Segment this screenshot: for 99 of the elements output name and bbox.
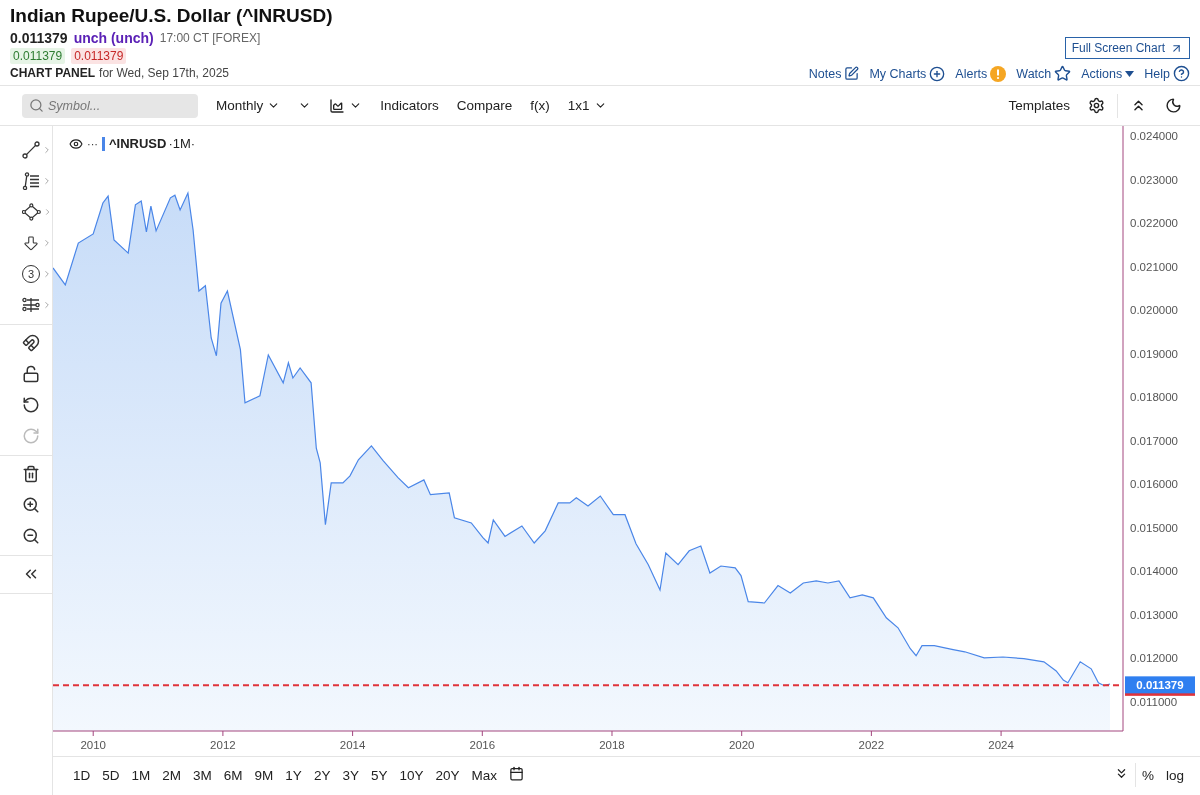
magnet-icon — [22, 333, 40, 352]
eye-icon[interactable] — [69, 136, 83, 151]
y-axis-label: 0.013000 — [1130, 608, 1178, 621]
calendar-icon — [509, 766, 524, 781]
timeframe-button[interactable]: 2M — [156, 763, 188, 787]
fibonacci-icon — [22, 171, 40, 190]
y-axis-label: 0.023000 — [1130, 173, 1178, 186]
more-menu[interactable]: ··· — [87, 137, 98, 150]
last-price: 0.011379 — [10, 30, 68, 46]
y-axis-label: 0.011000 — [1130, 695, 1178, 708]
timeframe-button[interactable]: 6M — [217, 763, 249, 787]
timeframe-button[interactable]: Max — [465, 763, 503, 787]
moon-icon — [1165, 97, 1182, 114]
header-link[interactable]: Alerts — [955, 65, 1007, 82]
timeframe-button[interactable]: 5Y — [364, 763, 394, 787]
x-tick-label: 2018 — [599, 739, 625, 751]
header-link[interactable]: Actions — [1081, 66, 1135, 81]
y-axis-label: 0.012000 — [1130, 652, 1178, 665]
dropdown[interactable]: 1x1 — [561, 94, 613, 117]
toolbar-button[interactable]: Indicators — [374, 94, 445, 117]
price-label: 0.011379 — [1125, 676, 1195, 696]
y-axis-label: 0.016000 — [1130, 478, 1178, 491]
help-icon — [1173, 65, 1190, 82]
x-tick-label: 2016 — [469, 739, 496, 751]
plus-icon — [929, 65, 946, 82]
arrow-down-icon — [22, 233, 40, 252]
x-tick-label: 2014 — [339, 739, 366, 751]
edit-icon — [844, 66, 860, 81]
x-tick-label: 2024 — [988, 739, 1015, 751]
x-axis-tick: 2020 — [728, 730, 755, 751]
y-axis-label: 0.019000 — [1130, 347, 1178, 360]
alert-icon — [990, 65, 1007, 82]
area-chart-icon — [329, 97, 346, 114]
timeframe-button[interactable]: 1Y — [279, 763, 308, 787]
timeframe-button[interactable]: 1M — [125, 763, 157, 787]
y-axis-label: 0.015000 — [1130, 521, 1178, 534]
ref-line-label: 0.011379 — [1136, 679, 1184, 692]
drawing-tool-button[interactable]: 3 — [0, 258, 52, 289]
caret-icon — [1125, 70, 1135, 77]
timeframe-button[interactable]: 3M — [187, 763, 218, 787]
x-axis-tick: 2014 — [339, 730, 366, 751]
timeframe-button[interactable]: 10Y — [393, 763, 430, 787]
timeframe-button[interactable]: 3Y — [336, 763, 365, 787]
x-axis-tick: 2024 — [988, 730, 1014, 751]
star-icon — [1054, 65, 1072, 82]
series-color-bar — [102, 136, 105, 151]
timeframe-button[interactable]: 1D — [67, 763, 97, 787]
y-axis-label: 0.020000 — [1130, 304, 1178, 317]
symbol-search-field[interactable]: Symbol... — [22, 93, 198, 118]
quote-time: 17:00 CT [FOREX] — [159, 31, 261, 45]
x-axis-tick: 2010 — [80, 730, 106, 751]
y-axis-label: 0.021000 — [1130, 260, 1178, 273]
unlock-icon — [22, 364, 40, 383]
bid-price: 0.011379 — [10, 48, 66, 64]
redo-icon — [22, 426, 40, 445]
search-icon — [29, 97, 44, 113]
undo-icon — [22, 395, 40, 414]
shape-icon — [22, 202, 41, 221]
header-link[interactable]: Notes — [808, 66, 860, 81]
page-title: Indian Rupee/U.S. Dollar (^INRUSD) — [10, 4, 333, 28]
trend-line-icon — [22, 140, 40, 159]
x-axis-tick: 2022 — [858, 730, 885, 751]
full-screen-button[interactable]: Full Screen Chart — [1064, 37, 1190, 59]
timeframe-button[interactable]: 20Y — [429, 763, 466, 787]
toolbar-button[interactable]: Compare — [450, 94, 519, 117]
ask-price: 0.011379 — [71, 48, 127, 64]
price-change: unch (unch) — [73, 30, 154, 46]
panel-date: for Wed, Sep 17th, 2025 — [99, 66, 229, 80]
timeframe-button[interactable]: 9M — [248, 763, 280, 787]
y-axis-label: 0.014000 — [1130, 565, 1178, 578]
y-axis-label: 0.018000 — [1130, 391, 1178, 404]
x-axis-tick: 2016 — [469, 730, 496, 751]
zoom-in-icon — [22, 495, 40, 514]
y-axis-label: 0.017000 — [1130, 434, 1178, 447]
dropdown[interactable]: Monthly — [210, 94, 287, 117]
x-tick-label: 2022 — [858, 739, 885, 751]
y-axis-label: 0.024000 — [1130, 130, 1178, 142]
toolbar-button[interactable]: f(x) — [524, 94, 556, 117]
y-axis-label: 0.022000 — [1130, 217, 1178, 230]
timeframe-button[interactable]: 2Y — [307, 763, 337, 787]
templates-button[interactable]: Templates — [1002, 94, 1076, 117]
header-link[interactable]: Watch — [1016, 65, 1072, 82]
panel-label: CHART PANEL — [10, 66, 96, 80]
x-tick-label: 2012 — [210, 739, 236, 751]
legend-interval: ·1M· — [168, 136, 196, 151]
scale-button[interactable]: log — [1160, 763, 1190, 787]
x-tick-label: 2020 — [728, 739, 755, 751]
timeframe-button[interactable]: 5D — [96, 763, 126, 787]
zoom-out-icon — [22, 526, 40, 545]
header-link[interactable]: My Charts — [869, 65, 946, 82]
x-tick-label: 2010 — [80, 739, 106, 751]
header-link[interactable]: Help — [1144, 65, 1190, 82]
scale-button[interactable]: % — [1135, 763, 1160, 787]
settings-icon — [1088, 97, 1105, 114]
measure-icon — [22, 295, 40, 314]
x-axis-tick: 2018 — [599, 730, 625, 751]
trash-icon — [22, 464, 40, 483]
x-axis-tick: 2012 — [210, 730, 236, 751]
legend-symbol: ^INRUSD — [109, 136, 167, 151]
